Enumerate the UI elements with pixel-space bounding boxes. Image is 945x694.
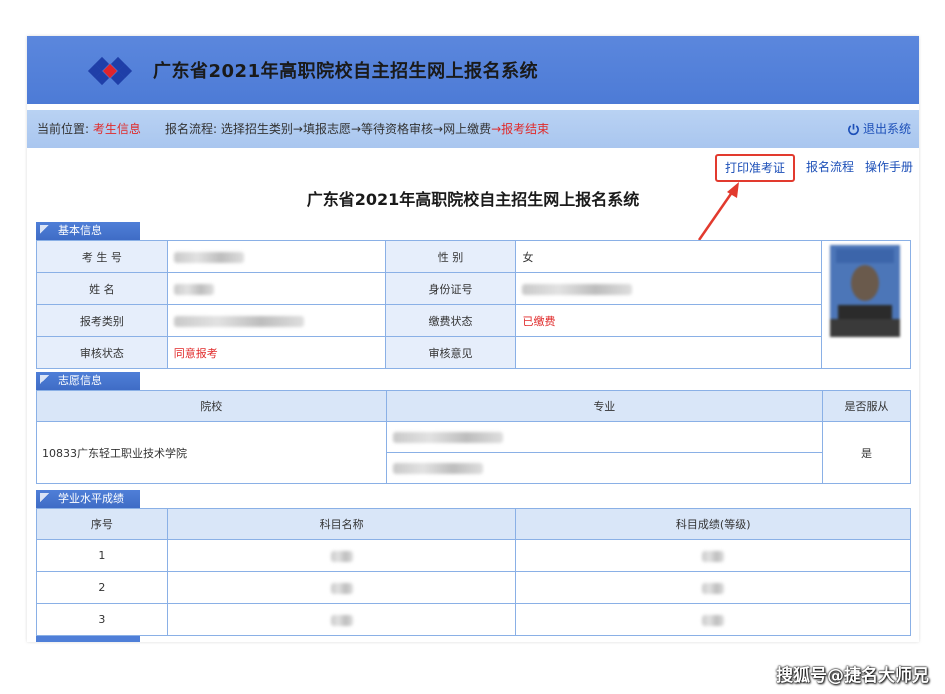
table-row: 考 生 号 性 别 女 xyxy=(36,240,911,369)
power-icon xyxy=(848,123,859,135)
student-photo xyxy=(830,245,901,337)
breadcrumb: 当前位置: 考生信息 xyxy=(37,110,141,148)
breadcrumb-bar: 当前位置: 考生信息 报名流程: 选择招生类别→填报志愿→等待资格审核→网上缴费… xyxy=(27,110,919,148)
main-frame: 广东省2021年高职院校自主招生网上报名系统 当前位置: 考生信息 报名流程: … xyxy=(27,36,919,642)
step-await-review: →等待资格审核 xyxy=(350,122,434,136)
score-index: 1 xyxy=(36,539,168,572)
score-grade xyxy=(515,539,911,572)
label-review-status: 审核状态 xyxy=(36,336,168,369)
logout-label: 退出系统 xyxy=(862,122,911,136)
value-gender: 女 xyxy=(515,240,823,273)
table-row: 姓 名 身份证号 xyxy=(36,272,911,305)
value-payment-status: 已缴费 xyxy=(515,304,823,337)
process-steps: 报名流程: 选择招生类别→填报志愿→等待资格审核→网上缴费→报考结束 xyxy=(165,110,549,148)
value-review-opinion xyxy=(515,336,823,369)
label-name: 姓 名 xyxy=(36,272,168,305)
score-subject xyxy=(166,603,517,636)
value-major-2 xyxy=(385,452,824,484)
volunteer-table: 院校 专业 是否服从 10833广东轻工职业技术学院 是 xyxy=(36,390,911,484)
score-grade xyxy=(515,571,911,604)
step-finished: →报考结束 xyxy=(491,122,550,136)
label-category: 报考类别 xyxy=(36,304,168,337)
step-fill-volunteer: →填报志愿 xyxy=(292,122,351,136)
table-row: 审核状态 同意报考 审核意见 xyxy=(36,336,911,369)
table-row: 10833广东轻工职业技术学院 是 xyxy=(36,421,911,484)
header-school: 院校 xyxy=(36,390,387,422)
step-choose-category: 选择招生类别 xyxy=(220,122,293,136)
table-row: 3 xyxy=(36,603,911,636)
manual-link[interactable]: 操作手册 xyxy=(865,154,913,182)
score-subject xyxy=(166,571,517,604)
table-row: 报考类别 缴费状态 已缴费 xyxy=(36,304,911,337)
label-gender: 性 别 xyxy=(384,240,517,273)
value-exam-number xyxy=(166,240,386,273)
header-grade: 科目成绩(等级) xyxy=(515,508,911,540)
logo-icon xyxy=(87,56,133,86)
basic-info-table: 考 生 号 性 别 女 姓 名 身份证号 报考类别 缴费状态 已缴费 审核状态 … xyxy=(36,240,911,369)
watermark: 搜狐号@捷名大师兄 xyxy=(776,666,929,686)
label-payment-status: 缴费状态 xyxy=(384,304,517,337)
table-row: 2 xyxy=(36,571,911,604)
process-link[interactable]: 报名流程 xyxy=(806,154,854,182)
value-category xyxy=(166,304,386,337)
label-review-opinion: 审核意见 xyxy=(384,336,517,369)
header-banner: 广东省2021年高职院校自主招生网上报名系统 xyxy=(27,36,919,104)
breadcrumb-current[interactable]: 考生信息 xyxy=(93,122,141,136)
score-grade xyxy=(515,603,911,636)
section-tab-scores: 学业水平成绩 xyxy=(36,490,140,508)
score-index: 3 xyxy=(36,603,168,636)
value-obey: 是 xyxy=(822,421,911,484)
table-header-row: 序号 科目名称 科目成绩(等级) xyxy=(36,508,911,540)
app-title: 广东省2021年高职院校自主招生网上报名系统 xyxy=(153,61,539,82)
page-title: 广东省2021年高职院校自主招生网上报名系统 xyxy=(306,190,640,209)
scores-table: 序号 科目名称 科目成绩(等级) 1 2 3 xyxy=(36,508,911,636)
section-tab-next xyxy=(36,636,140,642)
score-index: 2 xyxy=(36,571,168,604)
step-payment: →网上缴费 xyxy=(433,122,492,136)
label-exam-number: 考 生 号 xyxy=(36,240,168,273)
top-links: 打印准考证 报名流程 操作手册 xyxy=(714,154,913,182)
header-obey: 是否服从 xyxy=(822,390,911,422)
value-review-status: 同意报考 xyxy=(166,336,386,369)
header-subject: 科目名称 xyxy=(166,508,517,540)
score-subject xyxy=(166,539,517,572)
flow-label: 报名流程: xyxy=(165,122,218,136)
table-header-row: 院校 专业 是否服从 xyxy=(36,390,911,422)
value-major-1 xyxy=(385,421,824,453)
table-row: 1 xyxy=(36,539,911,572)
value-name xyxy=(166,272,386,305)
breadcrumb-label: 当前位置: xyxy=(37,122,90,136)
value-id-number xyxy=(515,272,823,305)
value-school: 10833广东轻工职业技术学院 xyxy=(36,421,387,484)
photo-cell xyxy=(821,240,911,369)
section-tab-volunteer: 志愿信息 xyxy=(36,372,140,390)
header-major: 专业 xyxy=(385,390,824,422)
logout-button[interactable]: 退出系统 xyxy=(847,110,911,148)
section-tab-basic: 基本信息 xyxy=(36,222,140,240)
header-index: 序号 xyxy=(36,508,168,540)
print-admission-ticket-link[interactable]: 打印准考证 xyxy=(714,154,795,182)
label-id-number: 身份证号 xyxy=(384,272,517,305)
